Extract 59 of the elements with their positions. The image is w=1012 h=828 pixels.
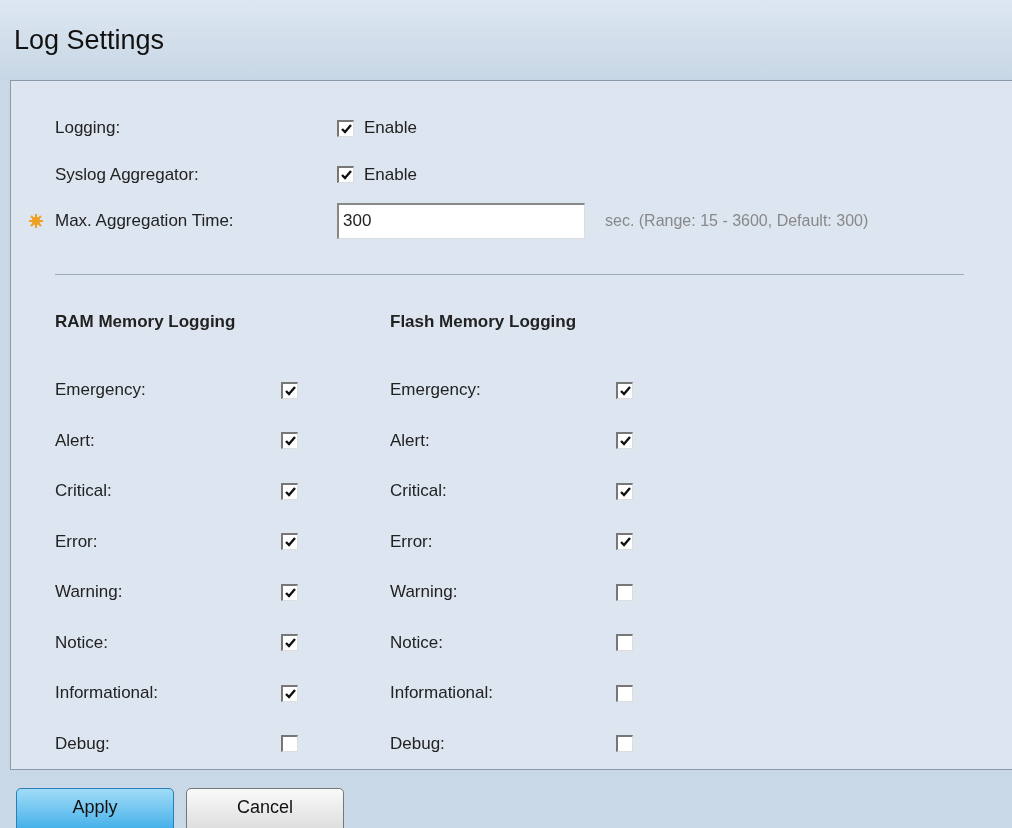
setting-label: Syslog Aggregator: — [55, 163, 200, 186]
check-icon — [284, 537, 296, 548]
level-label: Emergency: — [55, 379, 147, 402]
level-label: Warning: — [55, 581, 124, 604]
level-label: Error: — [390, 531, 434, 553]
checkbox[interactable] — [616, 432, 633, 450]
checkbox[interactable] — [281, 735, 298, 753]
group-heading: Flash Memory Logging — [390, 311, 578, 333]
cancel-button[interactable]: Cancel — [186, 788, 344, 828]
setting-label: Logging: — [55, 117, 122, 140]
level-label: Notice: — [390, 632, 444, 654]
checkbox[interactable] — [616, 735, 633, 753]
level-label: Alert: — [55, 430, 96, 452]
checkbox[interactable] — [281, 432, 298, 450]
checkbox[interactable] — [281, 684, 298, 702]
checkbox[interactable] — [281, 634, 298, 652]
check-icon — [284, 436, 296, 447]
check-icon — [284, 638, 296, 649]
range-hint: sec. (Range: 15 - 3600, Default: 300) — [605, 210, 869, 231]
checkbox[interactable] — [337, 166, 354, 183]
checkbox[interactable] — [616, 583, 633, 601]
level-label: Debug: — [55, 733, 111, 755]
checkbox[interactable] — [616, 634, 633, 652]
input-field[interactable]: 300 — [337, 202, 585, 239]
check-icon — [284, 385, 296, 396]
check-icon — [284, 587, 296, 598]
check-icon — [340, 170, 352, 180]
option-label: Enable — [364, 163, 417, 186]
level-label: Debug: — [390, 733, 446, 755]
check-icon — [284, 486, 296, 497]
checkbox[interactable] — [281, 381, 298, 399]
check-icon — [619, 436, 631, 447]
level-label: Informational: — [55, 682, 159, 705]
level-label: Alert: — [390, 430, 431, 452]
checkbox[interactable] — [616, 684, 633, 702]
group-heading: RAM Memory Logging — [55, 311, 237, 333]
level-label: Error: — [55, 531, 99, 553]
page-title: Log Settings — [14, 23, 165, 57]
checkbox[interactable] — [281, 482, 298, 500]
apply-button[interactable]: Apply — [16, 788, 174, 828]
checkbox[interactable] — [616, 482, 633, 500]
check-icon — [340, 123, 352, 134]
checkbox[interactable] — [281, 533, 298, 551]
level-label: Emergency: — [390, 379, 482, 402]
check-icon — [284, 688, 296, 699]
check-icon — [619, 486, 631, 497]
level-label: Informational: — [390, 682, 494, 705]
check-icon — [619, 385, 631, 396]
level-label: Critical: — [55, 480, 113, 503]
checkbox[interactable] — [616, 381, 633, 399]
level-label: Critical: — [390, 480, 448, 503]
level-label: Notice: — [55, 632, 109, 654]
checkbox[interactable] — [337, 119, 354, 137]
checkbox[interactable] — [281, 583, 298, 601]
option-label: Enable — [364, 117, 417, 140]
check-icon — [619, 537, 631, 548]
setting-label: Max. Aggregation Time: — [55, 210, 235, 233]
level-label: Warning: — [390, 581, 459, 604]
checkbox[interactable] — [616, 533, 633, 551]
